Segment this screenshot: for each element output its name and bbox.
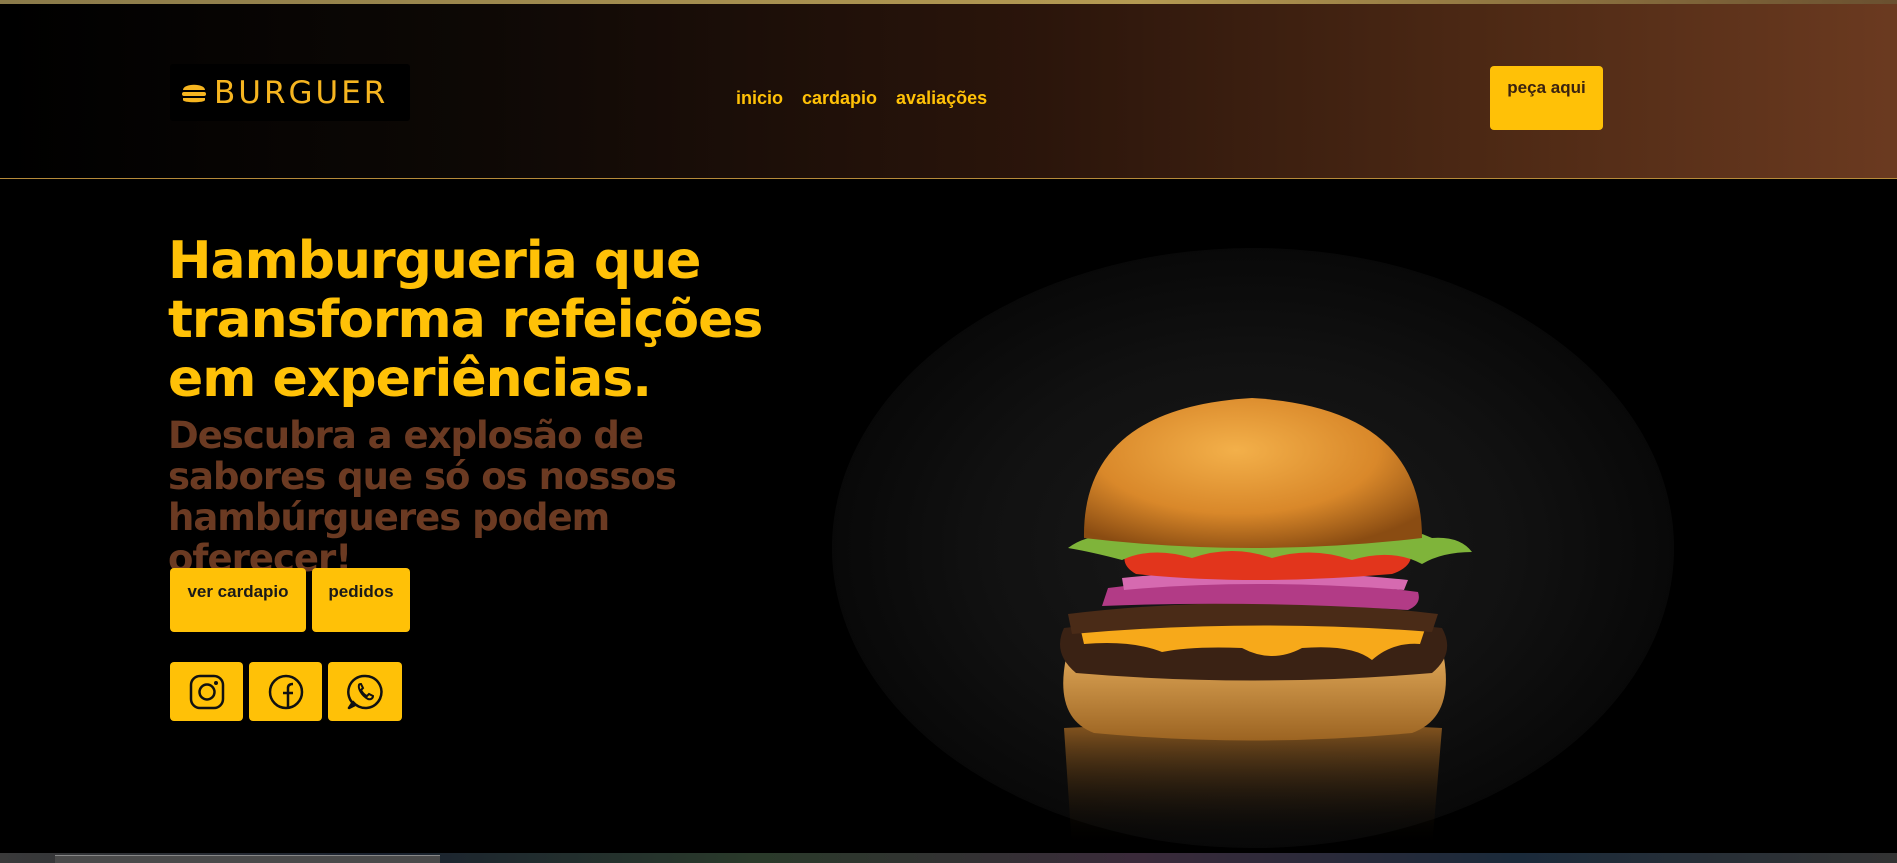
burger-logo-icon bbox=[182, 84, 206, 102]
hero-title: Hamburgueria que transforma refeições em… bbox=[168, 231, 763, 409]
facebook-button[interactable] bbox=[249, 662, 322, 721]
hero-subtitle: Descubra a explosão de sabores que só os… bbox=[168, 414, 677, 580]
taskbar-tab[interactable] bbox=[55, 855, 440, 863]
hero-buttons: ver cardapio pedidos bbox=[170, 568, 410, 632]
taskbar-strip bbox=[0, 853, 1897, 863]
nav-link-inicio[interactable]: inicio bbox=[736, 88, 783, 109]
facebook-icon bbox=[268, 674, 303, 709]
instagram-button[interactable] bbox=[170, 662, 243, 721]
site-header: BURGUER inicio cardapio avaliações peça … bbox=[0, 4, 1897, 179]
order-button[interactable]: peça aqui bbox=[1490, 66, 1603, 130]
instagram-icon bbox=[189, 674, 224, 709]
logo[interactable]: BURGUER bbox=[170, 64, 410, 121]
main-nav: inicio cardapio avaliações bbox=[736, 88, 987, 109]
social-links bbox=[170, 662, 402, 721]
nav-link-avaliacoes[interactable]: avaliações bbox=[896, 88, 987, 109]
whatsapp-icon bbox=[347, 674, 383, 709]
burger-illustration bbox=[1060, 398, 1472, 848]
orders-button[interactable]: pedidos bbox=[312, 568, 410, 632]
whatsapp-button[interactable] bbox=[328, 662, 402, 721]
logo-text: BURGUER bbox=[214, 74, 389, 111]
nav-link-cardapio[interactable]: cardapio bbox=[802, 88, 877, 109]
page: BURGUER inicio cardapio avaliações peça … bbox=[0, 0, 1897, 863]
burger-image bbox=[832, 248, 1674, 848]
view-menu-button[interactable]: ver cardapio bbox=[170, 568, 306, 632]
